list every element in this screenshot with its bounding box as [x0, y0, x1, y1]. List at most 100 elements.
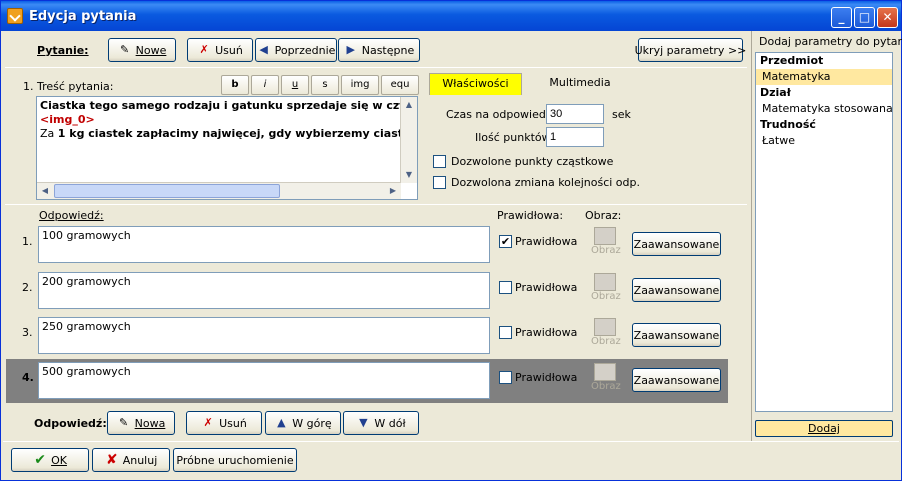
- points-input[interactable]: [546, 127, 604, 147]
- format-strike-button[interactable]: s: [311, 75, 339, 95]
- question-image-tag: <img_0>: [40, 113, 95, 126]
- time-input[interactable]: [546, 104, 604, 124]
- correct-checkbox[interactable]: [499, 326, 512, 339]
- question-line-3-prefix: Za: [40, 127, 58, 140]
- image-placeholder[interactable]: Obraz: [591, 363, 621, 399]
- answer-number: 1.: [22, 235, 33, 248]
- question-content-label: Treść pytania:: [37, 80, 114, 93]
- format-bold-button[interactable]: b: [221, 75, 249, 95]
- correct-checkbox[interactable]: [499, 371, 512, 384]
- new-question-label: Nowe: [135, 43, 167, 57]
- time-label: Czas na odpowiedź:: [446, 108, 556, 121]
- partial-points-checkbox[interactable]: [433, 155, 446, 168]
- image-placeholder[interactable]: Obraz: [591, 273, 621, 309]
- tree-item-matematyka[interactable]: Matematyka: [756, 69, 892, 85]
- window-title: Edycja pytania: [29, 9, 137, 24]
- scroll-right-icon[interactable]: ▶: [385, 183, 401, 199]
- question-number: 1.: [23, 80, 34, 93]
- advanced-button[interactable]: Zaawansowane: [632, 232, 721, 256]
- previous-question-label: Poprzednie: [274, 43, 336, 57]
- parameter-tree[interactable]: Przedmiot Matematyka Dział Matematyka st…: [755, 52, 893, 412]
- question-label: Pytanie:: [37, 44, 89, 57]
- close-button[interactable]: ✕: [877, 7, 898, 28]
- delete-answer-label: Usuń: [219, 416, 247, 430]
- answer-row[interactable]: 4. 500 gramowych Prawidłowa Obraz Zaawansowa…: [6, 359, 728, 403]
- advanced-button[interactable]: Zaawansowane: [632, 368, 721, 392]
- correct-checkbox[interactable]: [499, 281, 512, 294]
- answer-text-input[interactable]: 250 gramowych: [38, 317, 490, 354]
- image-label: Obraz: [591, 245, 621, 256]
- test-run-button[interactable]: Próbne uruchomienie: [173, 448, 297, 472]
- pencil-icon: ✎: [119, 416, 129, 429]
- tab-multimedia[interactable]: Multimedia: [523, 73, 637, 95]
- ok-button[interactable]: ✔ OK: [11, 448, 89, 472]
- previous-question-button[interactable]: ◀ Poprzednie: [255, 38, 337, 62]
- insert-image-button[interactable]: img: [341, 75, 379, 95]
- answer-number: 3.: [22, 326, 33, 339]
- advanced-button[interactable]: Zaawansowane: [632, 323, 721, 347]
- horizontal-scrollbar[interactable]: ◀ ▶: [37, 182, 401, 199]
- scroll-down-icon[interactable]: ▼: [401, 167, 417, 183]
- arrow-down-icon: ▼: [359, 416, 368, 429]
- scroll-thumb[interactable]: [54, 184, 280, 198]
- new-answer-button[interactable]: ✎ Nowa: [107, 411, 175, 435]
- tree-header-difficulty: Trudność: [760, 118, 816, 131]
- move-down-label: W dół: [374, 416, 406, 430]
- answer-toolbar-label: Odpowiedź:: [34, 417, 107, 430]
- next-question-button[interactable]: ▶ Następne: [338, 38, 420, 62]
- delete-question-button[interactable]: ✗ Usuń: [187, 38, 253, 62]
- cancel-label: Anuluj: [122, 453, 158, 467]
- arrow-up-icon: ▲: [277, 416, 286, 429]
- tab-properties[interactable]: Właściwości: [429, 73, 522, 95]
- cancel-button[interactable]: ✘ Anuluj: [92, 448, 170, 472]
- app-icon: [7, 8, 23, 24]
- time-unit: sek: [612, 108, 631, 121]
- correct-column-header: Prawidłowa:: [497, 209, 564, 222]
- next-question-label: Następne: [361, 43, 415, 57]
- hide-parameters-button[interactable]: Ukryj parametry >>: [635, 38, 746, 62]
- divider: [751, 31, 752, 441]
- move-up-button[interactable]: ▲ W górę: [265, 411, 341, 435]
- tree-item-latwe[interactable]: Łatwe: [756, 133, 892, 149]
- question-text-editor[interactable]: Ciastka tego samego rodzaju i gatunku sp…: [36, 96, 418, 200]
- image-placeholder[interactable]: Obraz: [591, 318, 621, 354]
- correct-label: Prawidłowa: [515, 235, 578, 248]
- minimize-button[interactable]: _: [831, 7, 852, 28]
- move-down-button[interactable]: ▼ W dół: [343, 411, 419, 435]
- delete-question-label: Usuń: [215, 43, 243, 57]
- insert-equation-button[interactable]: equ: [381, 75, 419, 95]
- new-answer-label: Nowa: [134, 416, 166, 430]
- format-italic-button[interactable]: i: [251, 75, 279, 95]
- correct-label: Prawidłowa: [515, 326, 578, 339]
- format-underline-button[interactable]: u: [281, 75, 309, 95]
- answer-text-input[interactable]: 200 gramowych: [38, 272, 490, 309]
- image-icon: [594, 363, 616, 381]
- image-icon: [594, 273, 616, 291]
- add-parameter-button[interactable]: Dodaj: [755, 420, 893, 437]
- answer-number: 4.: [22, 371, 34, 384]
- answer-text-input[interactable]: 500 gramowych: [38, 362, 490, 399]
- answer-row[interactable]: 1. 100 gramowych ✔ Prawidłowa Obraz Zaawansow…: [6, 223, 728, 267]
- delete-icon: ✗: [199, 43, 209, 56]
- new-question-button[interactable]: ✎ Nowe: [108, 38, 176, 62]
- answer-row[interactable]: 2. 200 gramowych Prawidłowa Obraz Zaawansowa…: [6, 269, 728, 313]
- scroll-left-icon[interactable]: ◀: [37, 183, 53, 199]
- advanced-button[interactable]: Zaawansowane: [632, 278, 721, 302]
- arrow-left-icon: ◀: [259, 43, 268, 56]
- answer-text-input[interactable]: 100 gramowych: [38, 226, 490, 263]
- answer-row[interactable]: 3. 250 gramowych Prawidłowa Obraz Zaawansowa…: [6, 314, 728, 358]
- correct-checkbox[interactable]: ✔: [499, 235, 512, 248]
- delete-icon: ✗: [203, 416, 213, 429]
- checkmark-icon: ✔: [34, 452, 46, 468]
- vertical-scrollbar[interactable]: ▲ ▼: [400, 97, 417, 183]
- image-label: Obraz: [591, 381, 621, 392]
- image-placeholder[interactable]: Obraz: [591, 227, 621, 263]
- scroll-up-icon[interactable]: ▲: [401, 97, 417, 113]
- maximize-button[interactable]: □: [854, 7, 875, 28]
- tree-item-matematyka-stosowana[interactable]: Matematyka stosowana: [756, 101, 893, 117]
- edit-question-window: Edycja pytania _ □ ✕ Pytanie: ✎ Nowe ✗ Usu…: [0, 0, 902, 481]
- reorder-label: Dozwolona zmiana kolejności odp.: [451, 176, 641, 189]
- divider: [3, 441, 899, 442]
- reorder-checkbox[interactable]: [433, 176, 446, 189]
- delete-answer-button[interactable]: ✗ Usuń: [186, 411, 262, 435]
